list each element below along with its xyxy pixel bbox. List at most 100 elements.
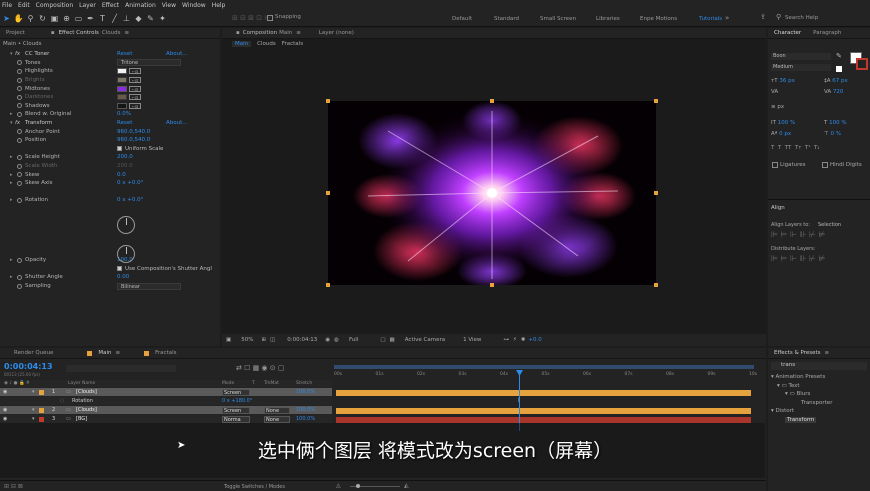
col-mode[interactable]: Mode	[222, 381, 234, 386]
rotate-tool-icon[interactable]: ↻	[37, 13, 48, 24]
mask-icon[interactable]: ◫	[270, 337, 275, 343]
transform-handle[interactable]	[490, 283, 494, 287]
grid-icon[interactable]: ⊞	[261, 337, 266, 343]
stopwatch-icon[interactable]	[17, 257, 22, 263]
effects-search-input[interactable]: trans	[771, 362, 867, 370]
zoom-in-icon[interactable]: ◭	[404, 482, 409, 489]
menu-help[interactable]: Help	[212, 2, 226, 9]
rectangle-tool-icon[interactable]: ▭	[73, 13, 84, 24]
effect-reset-link[interactable]: Reset	[117, 51, 132, 57]
tab-character[interactable]: Character	[774, 30, 801, 36]
font-style-dropdown[interactable]: Medium	[771, 64, 831, 71]
puppet-tool-icon[interactable]: ✦	[157, 13, 168, 24]
property-dropdown[interactable]: Bilinear	[117, 282, 181, 290]
twirl-icon[interactable]: ▸	[10, 274, 13, 280]
brush-tool-icon[interactable]: ╱	[109, 13, 120, 24]
time-ruler[interactable]: 00s 01s 02s 03s 04s 05s 06s 07s 08s 09s 10s	[334, 365, 757, 387]
menu-edit[interactable]: Edit	[18, 2, 30, 9]
menu-effect[interactable]: Effect	[102, 2, 119, 9]
stopwatch-icon[interactable]: ◌	[60, 398, 64, 404]
property-value[interactable]: 0 x +0.0°	[117, 180, 143, 186]
timeline-switch-icons[interactable]: ⇄ ☐ ▦ ◉ ⊙ ▢	[236, 364, 284, 372]
color-swatch[interactable]	[117, 94, 127, 101]
exposure-value[interactable]: +0.0	[528, 337, 541, 343]
stopwatch-icon[interactable]	[17, 180, 22, 186]
layer-label-color[interactable]	[39, 389, 44, 395]
camera-dropdown[interactable]: Active Camera	[405, 337, 445, 343]
stopwatch-icon[interactable]	[17, 86, 22, 92]
fx-badge-icon[interactable]: fx	[15, 120, 20, 126]
font-size-field[interactable]: ᴛT 36 px	[771, 78, 795, 84]
pen-tool-icon[interactable]: ✒	[85, 13, 96, 24]
distribute-buttons[interactable]: ⊫ ⊨ ⊩ ⊪ ⊬ ⊭	[771, 254, 826, 263]
col-trkmat[interactable]: TrkMat	[264, 381, 279, 386]
transform-handle[interactable]	[654, 191, 658, 195]
panel-menu-icon[interactable]: ≡	[116, 350, 121, 356]
twirl-icon[interactable]: ▾	[32, 416, 35, 422]
tab-layer[interactable]: Layer (none)	[319, 30, 354, 36]
snapshot-icon[interactable]: ◉	[325, 337, 330, 343]
lock-icon[interactable]: ▪	[51, 30, 55, 36]
tree-animation-presets[interactable]: ▾ Animation Presets	[771, 373, 832, 382]
fx-badge-icon[interactable]: fx	[15, 51, 20, 57]
search-help-input[interactable]: Search Help	[785, 15, 818, 21]
stopwatch-icon[interactable]	[17, 137, 22, 143]
visibility-eye-icon[interactable]: ◉	[3, 407, 7, 413]
eraser-tool-icon[interactable]: ◆	[133, 13, 144, 24]
layer-row[interactable]: ◉ ▾ 2 ▭ [Clouds] Screen None 100.0%	[0, 406, 765, 415]
leading-field[interactable]: ‡A 67 px	[824, 78, 848, 84]
layer-label-color[interactable]	[39, 416, 44, 422]
layer-label-color[interactable]	[39, 407, 44, 413]
font-family-dropdown[interactable]: Boon	[771, 53, 831, 60]
timeline-timecode[interactable]: 0:00:04:13	[4, 362, 53, 371]
nav-clouds[interactable]: Clouds	[257, 41, 276, 47]
menu-window[interactable]: Window	[182, 2, 206, 9]
layer-row[interactable]: ◉ ▾ 1 ▭ [Clouds] Screen 100.0%	[0, 388, 765, 397]
color-swatch[interactable]	[117, 85, 127, 92]
menu-file[interactable]: File	[2, 2, 12, 9]
ligatures-checkbox[interactable]	[772, 162, 778, 168]
transform-handle[interactable]	[326, 99, 330, 103]
snapping-checkbox[interactable]	[267, 15, 273, 21]
col-stretch[interactable]: Stretch	[296, 381, 312, 386]
panel-menu-icon[interactable]: ≡	[825, 350, 830, 356]
col-layer-name[interactable]: Layer Name	[68, 381, 95, 386]
transform-handle[interactable]	[326, 191, 330, 195]
stamp-tool-icon[interactable]: ⊥	[121, 13, 132, 24]
type-tool-icon[interactable]: T	[97, 13, 108, 24]
tree-distort[interactable]: ▾ Distort	[771, 407, 832, 416]
layer-duration-bar[interactable]	[336, 389, 751, 396]
stopwatch-icon[interactable]	[17, 274, 22, 280]
property-value[interactable]: 200.0	[117, 163, 133, 169]
stopwatch-icon[interactable]	[17, 197, 22, 203]
workspace-tutorials[interactable]: Tutorials	[699, 16, 722, 22]
show-snapshot-icon[interactable]: ◍	[334, 337, 339, 343]
white-swatch[interactable]	[836, 66, 842, 72]
horizontal-scale-field[interactable]: T 100 %	[824, 120, 847, 126]
eyedropper-icon[interactable]: ⌐⊡	[129, 94, 141, 101]
stroke-color-swatch[interactable]	[856, 58, 868, 70]
transform-handle[interactable]	[654, 99, 658, 103]
toggle-switches-modes[interactable]: Toggle Switches / Modes	[224, 484, 285, 490]
playhead[interactable]	[519, 371, 520, 431]
tree-text[interactable]: ▾ ▭ Text	[771, 382, 832, 391]
vertical-scale-field[interactable]: IT 100 %	[771, 120, 795, 126]
rotation-dial[interactable]	[117, 245, 135, 263]
transform-handle[interactable]	[490, 99, 494, 103]
stretch-value[interactable]: 100.0%	[296, 407, 315, 413]
eyedropper-icon[interactable]: ⌐⊡	[129, 68, 141, 75]
tree-transporter[interactable]: Transporter	[771, 399, 832, 408]
workspace-libraries[interactable]: Libraries	[596, 16, 620, 22]
workspace-overflow-icon[interactable]: »	[725, 14, 729, 22]
tab-paragraph[interactable]: Paragraph	[813, 30, 841, 36]
zoom-dropdown[interactable]: 50%	[241, 337, 253, 343]
footer-icons[interactable]: ⊞ ⊟ ⊠	[4, 483, 23, 490]
roto-tool-icon[interactable]: ✎	[145, 13, 156, 24]
twirl-icon[interactable]: ▾	[32, 407, 35, 413]
twirl-icon[interactable]: ▾	[10, 120, 13, 126]
property-value[interactable]: 0.0%	[117, 111, 131, 117]
kerning-field[interactable]: VA	[771, 89, 778, 95]
layer-name[interactable]: [Clouds]	[76, 389, 97, 395]
twirl-icon[interactable]: ▾	[32, 389, 35, 395]
stopwatch-icon[interactable]	[17, 68, 22, 74]
